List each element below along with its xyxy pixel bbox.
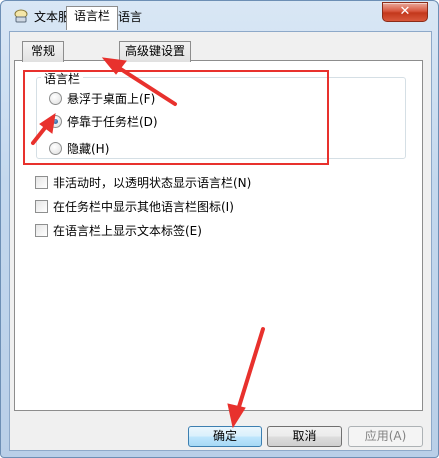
annotation-arrow-ok bbox=[236, 327, 265, 412]
arrowhead-ok-icon bbox=[227, 403, 246, 429]
annotation-arrow-tab bbox=[114, 64, 177, 106]
annotation-arrows bbox=[31, 57, 265, 429]
